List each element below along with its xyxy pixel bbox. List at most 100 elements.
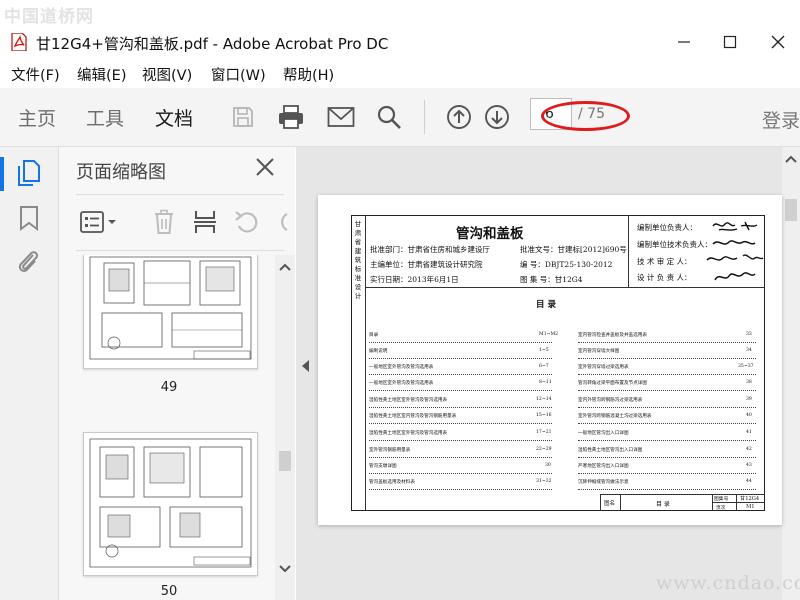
sign-label: 编制单位负责人： (637, 223, 697, 232)
toc-entry-page: 33 (746, 332, 752, 337)
page-thumbnail[interactable] (83, 432, 258, 576)
toc-entry-title: 管沟支墩详图 (369, 464, 397, 469)
toc-entry-page: 12~14 (536, 397, 552, 402)
menu-bar: 文件(F) 编辑(E) 视图(V) 窗口(W) 帮助(H) (0, 62, 800, 86)
toc-rule (369, 342, 552, 344)
toc-rule (578, 489, 756, 491)
side-strip-line (365, 215, 366, 511)
toc-entry-page: 41 (746, 430, 752, 435)
side-label: 甘 肃 省 建 筑 标 准 设 计 (354, 220, 362, 300)
toc-rule (578, 358, 756, 360)
thumbnail-scrollbar[interactable] (275, 255, 295, 600)
menu-file[interactable]: 文件(F) (11, 64, 60, 85)
panel-title: 页面缩略图 (76, 162, 166, 183)
arrow-up-circle-icon (447, 105, 471, 129)
toc-rule (578, 407, 756, 409)
toc-entry-page: 38 (746, 380, 752, 385)
toc-rule (578, 390, 756, 392)
toc-entry-title: 编制说明 (369, 349, 388, 354)
thumbnail-page-number: 49 (160, 380, 178, 395)
navigation-rail (0, 147, 59, 600)
rotate-clockwise-icon (281, 213, 288, 231)
menu-view[interactable]: 视图(V) (142, 64, 192, 85)
toc-rule (578, 342, 756, 344)
tab-tools[interactable]: 工具 (86, 104, 124, 131)
bookmarks-button[interactable] (18, 205, 40, 235)
envelope-icon (327, 107, 355, 127)
document-scrollbar[interactable] (782, 147, 800, 600)
panel-divider (76, 194, 284, 195)
watermark-bottom: www.cndao.com (656, 572, 800, 594)
toc-rule (369, 407, 552, 409)
toc-entry-page: 40 (746, 413, 752, 418)
toc-entry-page: 34 (746, 348, 752, 353)
toc-entry-page: 39 (746, 397, 752, 402)
collapse-arrow-icon (302, 360, 309, 372)
login-link[interactable]: 登录 (762, 106, 800, 133)
title-block-line (600, 494, 601, 511)
toc-entry-title: 室内外管沟跨钢筋沟过梁选用表 (578, 398, 643, 403)
rotate-clockwise-button[interactable] (273, 209, 291, 239)
toc-entry-title: 管沟盖板选用及材料表 (369, 480, 415, 485)
menu-window[interactable]: 窗口(W) (211, 64, 266, 85)
email-button[interactable] (326, 102, 356, 132)
save-icon (233, 107, 253, 127)
menu-help[interactable]: 帮助(H) (283, 64, 334, 85)
arrow-down-circle-icon (485, 105, 509, 129)
search-button[interactable] (374, 102, 404, 132)
menu-edit[interactable]: 编辑(E) (77, 64, 126, 85)
minimize-button[interactable] (662, 28, 706, 56)
close-icon (771, 35, 785, 49)
toc-rule (578, 423, 756, 425)
title-block-atlas: 甘12G4 (740, 496, 760, 502)
tab-home[interactable]: 主页 (18, 104, 56, 131)
toolbar-divider (424, 100, 425, 134)
page-thumbnails-button[interactable] (16, 159, 42, 191)
toc-entry-page: 43 (746, 463, 752, 468)
thumbnail-drawing (89, 256, 252, 360)
next-page-button[interactable] (482, 102, 512, 132)
previous-page-button[interactable] (444, 102, 474, 132)
scroll-thumb[interactable] (279, 451, 291, 471)
toolbar: 主页 工具 文档 (0, 88, 800, 147)
toc-rule (369, 457, 552, 459)
insert-page-button[interactable] (193, 209, 217, 239)
scroll-thumb[interactable] (785, 199, 797, 221)
options-menu-button[interactable] (79, 210, 119, 238)
print-button[interactable] (276, 102, 306, 132)
paperclip-icon (18, 251, 38, 272)
sign-label: 编制单位技术负责人： (637, 240, 712, 249)
attachments-button[interactable] (16, 247, 40, 279)
rotate-page-button[interactable] (233, 209, 261, 239)
close-window-button[interactable] (756, 28, 800, 56)
toc-entry-title: 严寒地区管沟出入口详图 (578, 464, 629, 469)
tab-document[interactable]: 文档 (155, 104, 193, 131)
toc-entry-title: 沉降伸缩缝管沟做法示意 (578, 480, 629, 485)
toc-entry-page: 8~11 (539, 380, 552, 385)
window-title: 甘12G4+管沟和盖板.pdf - Adobe Acrobat Pro DC (36, 35, 389, 53)
toc-rule (369, 358, 552, 360)
thumbnail-tools (59, 196, 295, 248)
title-block-line (620, 494, 621, 511)
document-title: 管沟和盖板 (456, 226, 524, 242)
title-block-label: 图集号 (714, 497, 729, 502)
toc-entry-title: 室内管沟检查井盖板及井盖选用表 (578, 333, 647, 338)
toc-entry-title: 湿陷性黄土地区室外管沟及管沟选用表 (369, 398, 448, 403)
toc-rule (369, 440, 552, 442)
close-panel-button[interactable] (254, 156, 276, 182)
toc-entry-title: 目录 (369, 333, 379, 338)
scroll-down-icon (279, 565, 291, 573)
list-options-icon (80, 211, 116, 233)
collapse-panel-button[interactable] (300, 358, 312, 377)
thumbnail-drawing (89, 438, 252, 568)
toc-heading: 目 录 (536, 300, 556, 310)
save-button[interactable] (228, 102, 258, 132)
title-block-label: 图名 (604, 501, 616, 507)
maximize-button[interactable] (708, 28, 752, 56)
acrobat-app-icon (11, 32, 27, 52)
toc-entry-title: 湿陷性黄土地区室外管沟及管沟选用表 (369, 431, 448, 436)
title-block-page: M1 (746, 504, 755, 510)
title-block-name: 目 录 (656, 501, 670, 508)
page-thumbnail[interactable] (83, 255, 258, 369)
delete-page-button[interactable] (153, 209, 175, 239)
